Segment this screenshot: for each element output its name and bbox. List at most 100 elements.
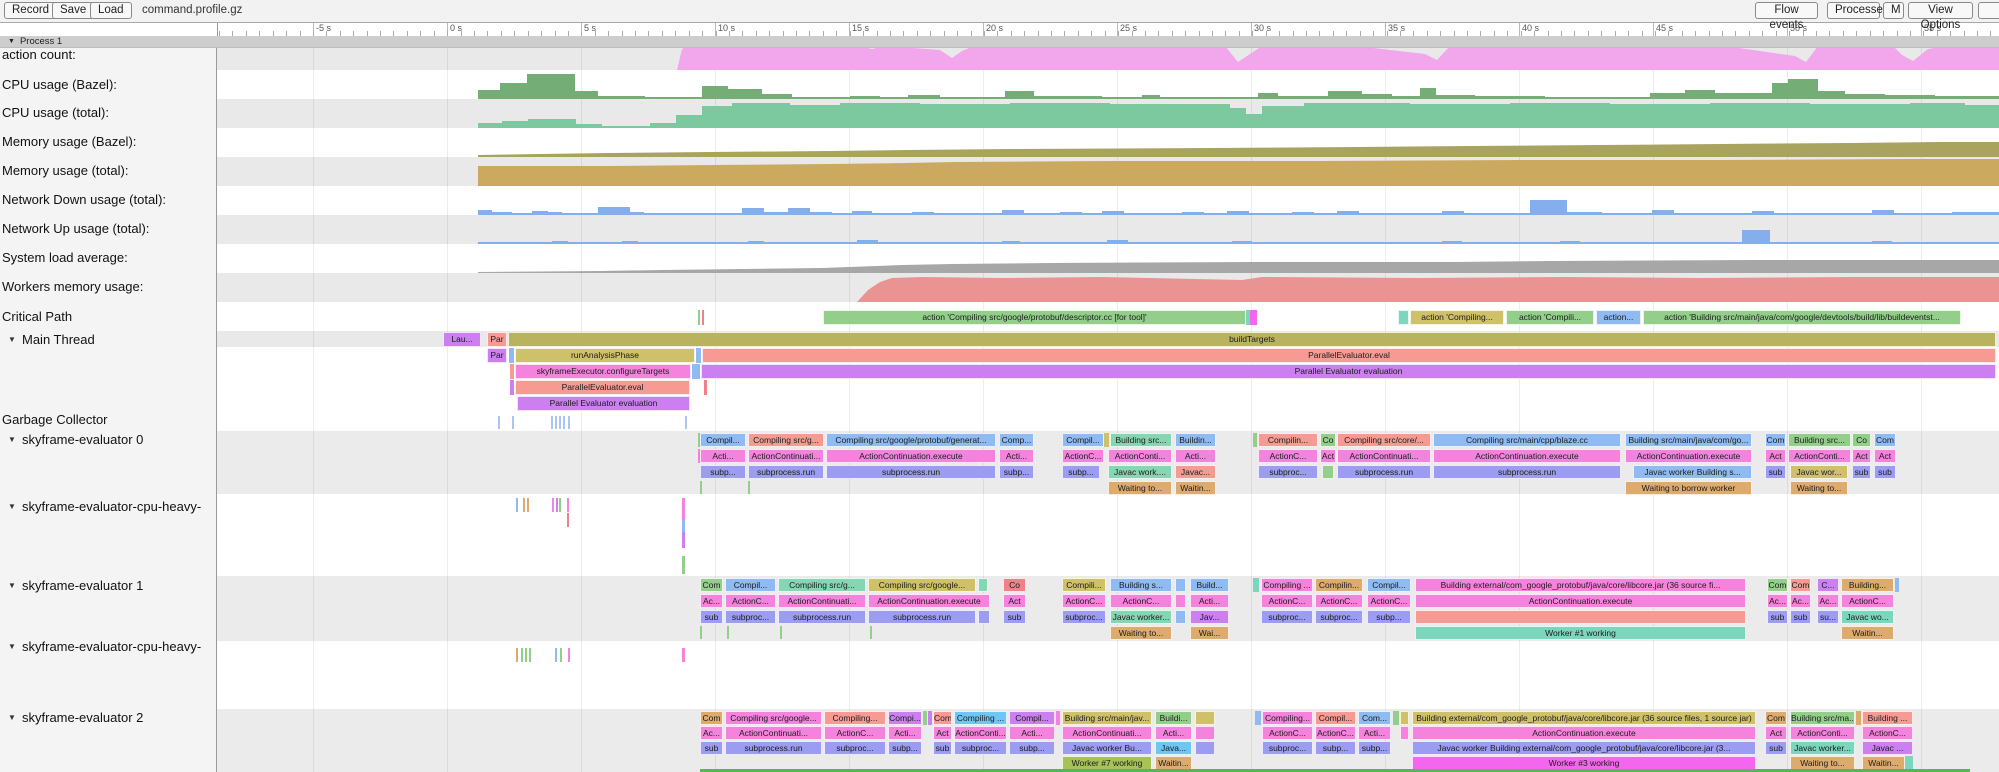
trace-tick[interactable] xyxy=(700,626,702,639)
trace-tick[interactable] xyxy=(702,310,704,325)
collapse-triangle-icon[interactable]: ▼ xyxy=(8,713,16,722)
counter-chart-workers-memory[interactable] xyxy=(0,276,1999,302)
skyframe-evaluator-0-span[interactable]: Waiting to borrow worker xyxy=(1625,481,1752,495)
trace-tick[interactable] xyxy=(682,498,685,520)
skyframe-evaluator-2-span[interactable]: Waitin... xyxy=(1862,756,1905,770)
skyframe-evaluator-1-span[interactable] xyxy=(1253,578,1259,592)
skyframe-evaluator-2-span[interactable]: Compiling src/google... xyxy=(725,711,822,725)
skyframe-evaluator-2-span[interactable]: Waiting to... xyxy=(1790,756,1855,770)
partial-button[interactable] xyxy=(1978,2,1999,19)
skyframe-evaluator-1-span[interactable]: su... xyxy=(1817,610,1839,624)
skyframe-evaluator-0-span[interactable]: Compiling src/google/protobuf/generat... xyxy=(826,433,996,447)
trace-tick[interactable] xyxy=(516,648,518,662)
skyframe-evaluator-2-span[interactable] xyxy=(1856,711,1861,725)
skyframe-evaluator-0-span[interactable]: Co xyxy=(1320,433,1336,447)
skyframe-evaluator-0-span[interactable]: sub xyxy=(1765,465,1786,479)
trace-tick[interactable] xyxy=(685,416,687,429)
skyframe-evaluator-0-span[interactable]: ActionContinuati... xyxy=(1337,449,1431,463)
skyframe-evaluator-0-span[interactable]: Compiling src/main/cpp/blaze.cc xyxy=(1433,433,1621,447)
skyframe-evaluator-0-span[interactable]: subprocess.run xyxy=(1433,465,1621,479)
skyframe-evaluator-1-span[interactable]: Waitin... xyxy=(1841,626,1894,640)
metadata-button[interactable]: M xyxy=(1883,2,1904,19)
skyframe-evaluator-0-span[interactable]: subprocess.run xyxy=(826,465,996,479)
skyframe-evaluator-0-span[interactable]: Javac wor... xyxy=(1790,465,1848,479)
skyframe-evaluator-1-span[interactable]: subproc... xyxy=(1315,610,1363,624)
trace-tick[interactable] xyxy=(682,556,685,574)
skyframe-evaluator-2-span[interactable]: sub xyxy=(700,741,723,755)
skyframe-evaluator-2-span[interactable]: Building src/ma... xyxy=(1790,711,1855,725)
skyframe-evaluator-0-span[interactable]: Com xyxy=(1874,433,1896,447)
skyframe-evaluator-2-span[interactable]: Building external/com_google_protobuf/ja… xyxy=(1412,711,1756,725)
critical-path-span[interactable]: action... xyxy=(1596,310,1641,325)
skyframe-evaluator-1-span[interactable]: ActionContinuati... xyxy=(778,594,866,608)
skyframe-evaluator-2-span[interactable]: Com... xyxy=(1358,711,1391,725)
skyframe-evaluator-0-span[interactable] xyxy=(1104,433,1109,447)
skyframe-evaluator-2-span[interactable]: Ac... xyxy=(700,726,723,740)
skyframe-evaluator-1-span[interactable]: Ac... xyxy=(1817,594,1839,608)
skyframe-evaluator-2-span[interactable]: subp... xyxy=(1358,741,1391,755)
skyframe-evaluator-1-span[interactable]: Javac worker... xyxy=(1110,610,1172,624)
track-label-skyframe-evaluator-cpu-heavy[interactable]: ▼skyframe-evaluator-cpu-heavy- xyxy=(0,639,215,655)
processes-button[interactable]: Processes xyxy=(1827,2,1880,19)
skyframe-evaluator-2-span[interactable]: Worker #3 working xyxy=(1412,756,1756,770)
trace-tick[interactable] xyxy=(682,532,685,548)
skyframe-evaluator-1-span[interactable]: Ac... xyxy=(1767,594,1788,608)
skyframe-evaluator-2-span[interactable]: subproc... xyxy=(1262,741,1313,755)
skyframe-evaluator-2-span[interactable] xyxy=(1195,741,1215,755)
skyframe-evaluator-2-span[interactable] xyxy=(1400,726,1409,740)
skyframe-evaluator-0-span[interactable]: ActionConti... xyxy=(1788,449,1851,463)
skyframe-evaluator-2-span[interactable]: Javac worker Building external/com_googl… xyxy=(1412,741,1756,755)
skyframe-evaluator-0-span[interactable]: Compil... xyxy=(700,433,746,447)
skyframe-evaluator-1-span[interactable]: Co xyxy=(1003,578,1026,592)
skyframe-evaluator-0-span[interactable]: subprocess.run xyxy=(1337,465,1431,479)
skyframe-evaluator-1-span[interactable]: C... xyxy=(1817,578,1839,592)
trace-tick[interactable] xyxy=(780,626,782,639)
skyframe-evaluator-1-span[interactable] xyxy=(1175,578,1186,592)
skyframe-evaluator-1-span[interactable]: Worker #1 working xyxy=(1415,626,1746,640)
skyframe-evaluator-1-span[interactable]: subprocess.run xyxy=(778,610,866,624)
skyframe-evaluator-0-span[interactable]: ActionContinuation.execute xyxy=(1625,449,1752,463)
skyframe-evaluator-1-span[interactable]: Com xyxy=(1767,578,1788,592)
skyframe-evaluator-0-span[interactable]: Compiling src/core/... xyxy=(1337,433,1431,447)
trace-tick[interactable] xyxy=(556,498,558,512)
skyframe-evaluator-1-span[interactable]: sub xyxy=(1767,610,1788,624)
skyframe-evaluator-0-span[interactable]: Act xyxy=(1874,449,1896,463)
critical-path-span[interactable]: action 'Compiling... xyxy=(1410,310,1504,325)
skyframe-evaluator-0-span[interactable]: Acti... xyxy=(700,449,746,463)
skyframe-evaluator-0-span[interactable]: subproc... xyxy=(1258,465,1318,479)
skyframe-evaluator-0-span[interactable]: subprocess.run xyxy=(748,465,824,479)
skyframe-evaluator-0-span[interactable]: Com xyxy=(1765,433,1786,447)
skyframe-evaluator-2-span[interactable]: Acti... xyxy=(1155,726,1192,740)
skyframe-evaluator-1-span[interactable]: Acti... xyxy=(1190,594,1229,608)
skyframe-evaluator-1-span[interactable]: subproc... xyxy=(725,610,776,624)
trace-tick[interactable] xyxy=(521,648,523,662)
skyframe-evaluator-1-span[interactable]: Building external/com_google_protobuf/ja… xyxy=(1415,578,1746,592)
critical-path-span[interactable] xyxy=(1250,310,1257,325)
skyframe-evaluator-2-span[interactable]: Javac worker Bu... xyxy=(1062,741,1152,755)
counter-chart-net-up[interactable] xyxy=(0,218,1999,244)
skyframe-evaluator-2-span[interactable]: sub xyxy=(933,741,952,755)
skyframe-evaluator-0-span[interactable]: Buildin... xyxy=(1175,433,1216,447)
trace-tick[interactable] xyxy=(870,626,872,639)
skyframe-evaluator-2-span[interactable] xyxy=(923,711,927,725)
skyframe-evaluator-1-span[interactable]: Building s... xyxy=(1110,578,1172,592)
skyframe-evaluator-2-span[interactable]: Acti... xyxy=(888,726,922,740)
collapse-triangle-icon[interactable]: ▼ xyxy=(8,435,16,444)
skyframe-evaluator-2-span[interactable]: subproc... xyxy=(824,741,886,755)
skyframe-evaluator-1-span[interactable]: Compiling src/google... xyxy=(868,578,976,592)
trace-tick[interactable] xyxy=(529,648,531,662)
skyframe-evaluator-0-span[interactable]: Comp... xyxy=(999,433,1034,447)
skyframe-evaluator-0-span[interactable]: subp... xyxy=(1062,465,1100,479)
main-thread-span[interactable] xyxy=(509,348,514,363)
trace-tick[interactable] xyxy=(551,416,553,429)
main-thread-span[interactable]: Parallel Evaluator evaluation xyxy=(517,396,690,411)
skyframe-evaluator-2-span[interactable]: subproc... xyxy=(954,741,1007,755)
skyframe-evaluator-2-span[interactable]: Building src/main/jav... xyxy=(1062,711,1152,725)
trace-tick[interactable] xyxy=(523,498,525,512)
skyframe-evaluator-0-span[interactable]: Compiling src/g... xyxy=(748,433,824,447)
skyframe-evaluator-0-span[interactable]: subp... xyxy=(999,465,1034,479)
main-thread-span[interactable] xyxy=(704,380,707,395)
process-group-header[interactable]: ▼Process 1 xyxy=(0,36,1999,48)
skyframe-evaluator-1-span[interactable]: Ac... xyxy=(700,594,723,608)
skyframe-evaluator-2-span[interactable] xyxy=(1195,711,1215,725)
